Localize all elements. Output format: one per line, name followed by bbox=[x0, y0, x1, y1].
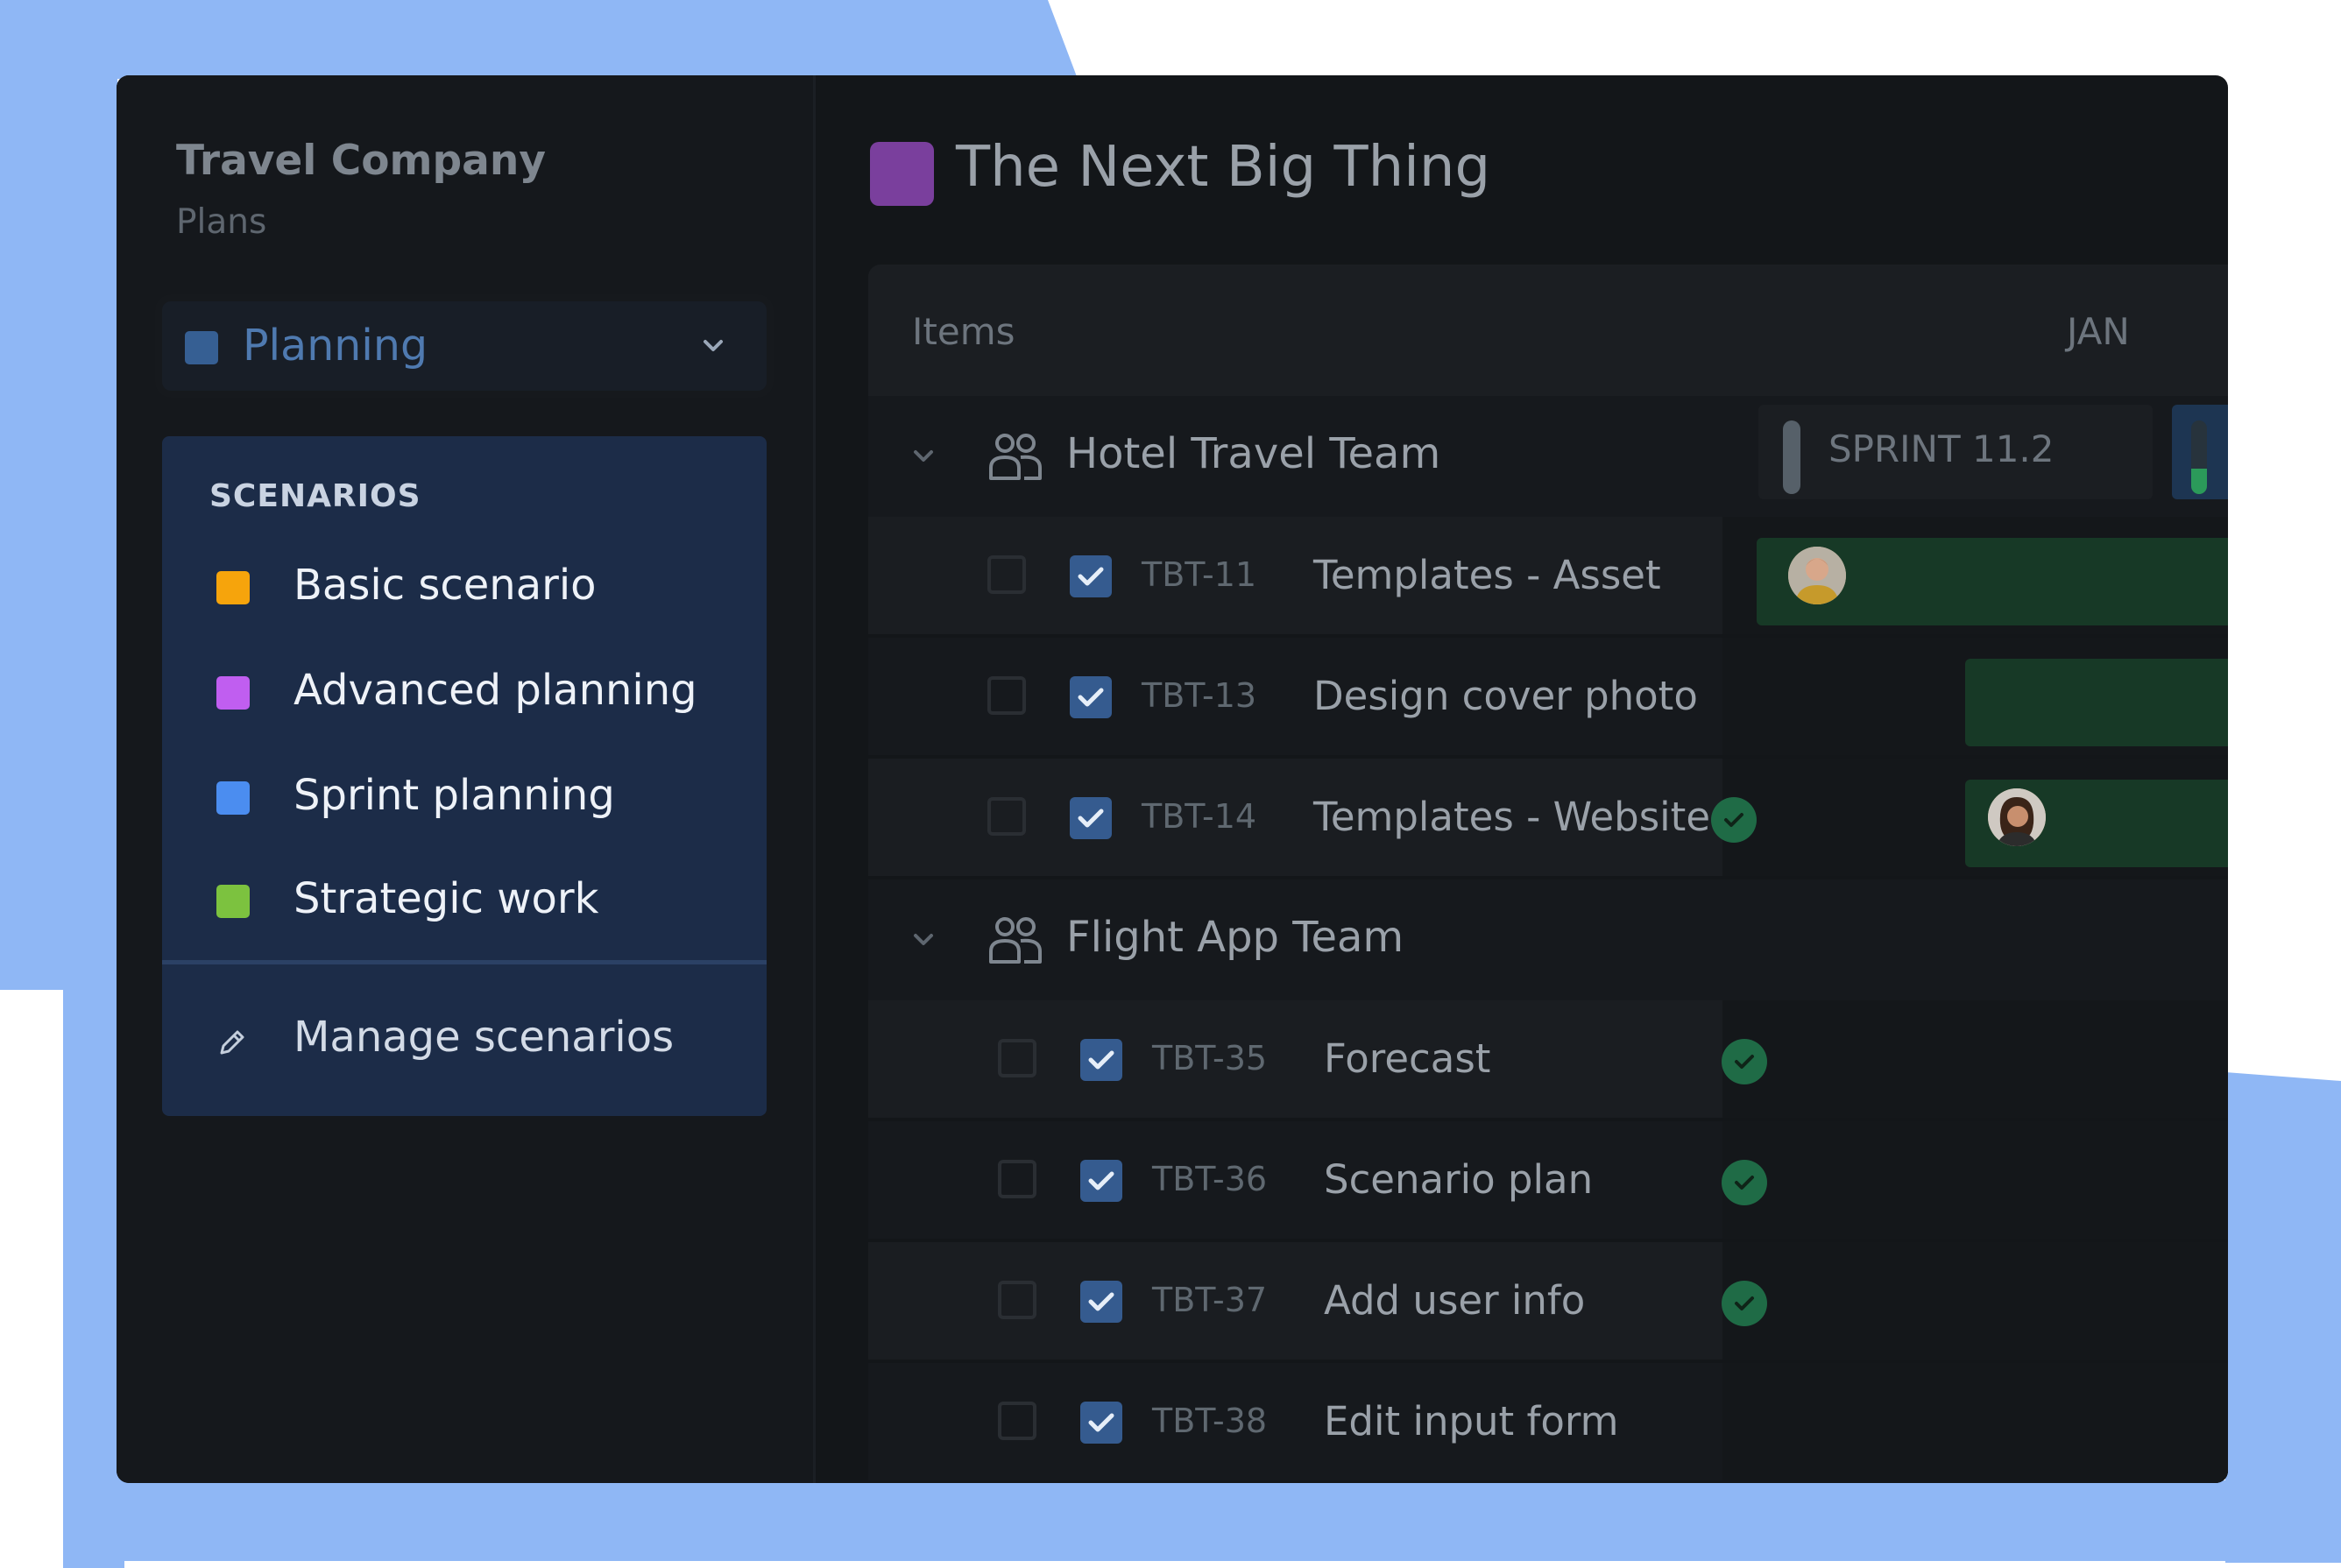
table-row[interactable]: TBT-14 Templates - Website bbox=[868, 759, 2228, 879]
chevron-down-icon[interactable] bbox=[910, 927, 937, 953]
sprint-card[interactable]: SPRINT 11.2 bbox=[1758, 405, 2153, 499]
background-shape-right bbox=[2225, 1072, 2341, 1563]
table-row[interactable]: TBT-13 Design cover photo bbox=[868, 638, 2228, 759]
issue-type-icon bbox=[1080, 1160, 1122, 1202]
timeline-cell bbox=[1722, 1363, 2228, 1480]
column-header-items: Items bbox=[912, 310, 1015, 353]
sprint-progress bbox=[2191, 420, 2207, 494]
issue-summary[interactable]: Templates - Website bbox=[1313, 794, 1710, 840]
timeline-bar[interactable] bbox=[1965, 659, 2228, 746]
scenario-swatch bbox=[216, 885, 250, 918]
issue-summary[interactable]: Templates - Asset bbox=[1313, 552, 1661, 598]
row-select-checkbox[interactable] bbox=[987, 676, 1026, 715]
issue-summary[interactable]: Edit input form bbox=[1324, 1398, 1618, 1444]
team-row-flight[interactable]: Flight App Team bbox=[868, 879, 2228, 1000]
background-shape-top bbox=[0, 0, 1078, 79]
team-icon bbox=[989, 917, 1042, 964]
done-icon bbox=[1722, 1281, 1767, 1326]
timeline-cell bbox=[1722, 1000, 2228, 1118]
table-row[interactable]: TBT-11 Templates - Asset bbox=[868, 517, 2228, 638]
row-select-checkbox[interactable] bbox=[987, 555, 1026, 594]
avatar bbox=[1988, 788, 2046, 846]
app-window: Travel Company Plans Planning SCENARIOS … bbox=[117, 75, 2228, 1483]
org-subtitle[interactable]: Plans bbox=[176, 202, 266, 242]
plan-icon bbox=[870, 142, 934, 206]
plan-select[interactable]: Planning bbox=[162, 301, 767, 391]
pencil-icon bbox=[220, 1030, 244, 1055]
scenario-swatch bbox=[216, 676, 250, 710]
grid-header: Items JAN bbox=[868, 265, 2228, 396]
avatar bbox=[1788, 547, 1846, 604]
issue-summary[interactable]: Add user info bbox=[1324, 1277, 1585, 1324]
team-name: Hotel Travel Team bbox=[1066, 429, 1441, 478]
timeline-grid: Items JAN Hotel Travel Team SPRINT 11.2 bbox=[868, 265, 2228, 1483]
issue-key[interactable]: TBT-11 bbox=[1142, 555, 1256, 594]
org-name: Travel Company bbox=[176, 137, 546, 185]
issue-key[interactable]: TBT-13 bbox=[1142, 676, 1256, 715]
issue-type-icon bbox=[1070, 676, 1112, 718]
scenario-swatch bbox=[216, 571, 250, 604]
timeline-cell bbox=[1722, 1121, 2228, 1239]
issue-key[interactable]: TBT-36 bbox=[1152, 1160, 1267, 1198]
scenario-label: Sprint planning bbox=[294, 771, 615, 820]
team-name: Flight App Team bbox=[1066, 913, 1404, 962]
issue-type-icon bbox=[1080, 1039, 1122, 1081]
next-sprint-card[interactable] bbox=[2172, 405, 2228, 499]
done-icon bbox=[1722, 1039, 1767, 1084]
done-icon bbox=[1711, 797, 1757, 843]
scenario-label: Basic scenario bbox=[294, 561, 597, 610]
sprint-label: SPRINT 11.2 bbox=[1828, 427, 2055, 470]
row-select-checkbox[interactable] bbox=[998, 1402, 1036, 1440]
sprint-status-pill bbox=[1783, 420, 1800, 494]
row-select-checkbox[interactable] bbox=[998, 1039, 1036, 1077]
scenarios-divider bbox=[162, 960, 767, 964]
page-title: The Next Big Thing bbox=[956, 135, 1491, 200]
issue-key[interactable]: TBT-38 bbox=[1152, 1402, 1267, 1440]
row-select-checkbox[interactable] bbox=[987, 797, 1026, 836]
scenarios-heading: SCENARIOS bbox=[209, 478, 421, 514]
scenario-label: Advanced planning bbox=[294, 666, 697, 715]
column-header-month: JAN bbox=[2067, 310, 2130, 353]
scenario-label: Strategic work bbox=[294, 874, 599, 923]
background-shape-bottom bbox=[63, 1480, 2341, 1561]
plan-select-label: Planning bbox=[243, 321, 428, 371]
issue-key[interactable]: TBT-14 bbox=[1142, 797, 1256, 836]
done-icon bbox=[1722, 1160, 1767, 1205]
manage-scenarios-label: Manage scenarios bbox=[294, 1013, 675, 1062]
issue-type-icon bbox=[1070, 555, 1112, 597]
scenario-swatch bbox=[216, 781, 250, 815]
table-row[interactable]: TBT-36 Scenario plan bbox=[868, 1121, 2228, 1242]
issue-key[interactable]: TBT-37 bbox=[1152, 1281, 1267, 1319]
row-select-checkbox[interactable] bbox=[998, 1160, 1036, 1198]
team-icon bbox=[989, 434, 1042, 480]
background-shape-left bbox=[0, 0, 117, 990]
background-shape-bottom-left bbox=[63, 964, 124, 1568]
sidebar-divider bbox=[813, 75, 816, 1483]
issue-key[interactable]: TBT-35 bbox=[1152, 1039, 1267, 1077]
plan-swatch bbox=[185, 331, 218, 364]
issue-summary[interactable]: Forecast bbox=[1324, 1035, 1490, 1082]
table-row[interactable]: TBT-35 Forecast bbox=[868, 1000, 2228, 1121]
issue-summary[interactable]: Design cover photo bbox=[1313, 673, 1698, 719]
row-select-checkbox[interactable] bbox=[998, 1281, 1036, 1319]
issue-summary[interactable]: Scenario plan bbox=[1324, 1156, 1593, 1203]
issue-type-icon bbox=[1080, 1402, 1122, 1444]
issue-type-icon bbox=[1080, 1281, 1122, 1323]
chevron-down-icon bbox=[704, 340, 723, 351]
issue-type-icon bbox=[1070, 797, 1112, 839]
table-row[interactable]: TBT-38 Edit input form bbox=[868, 1363, 2228, 1483]
timeline-cell bbox=[1722, 1242, 2228, 1360]
scenarios-dropdown: SCENARIOS Basic scenario Advanced planni… bbox=[162, 436, 767, 1116]
chevron-down-icon[interactable] bbox=[910, 443, 937, 470]
sidebar: Travel Company Plans Planning SCENARIOS … bbox=[117, 75, 813, 1483]
table-row[interactable]: TBT-37 Add user info bbox=[868, 1242, 2228, 1363]
